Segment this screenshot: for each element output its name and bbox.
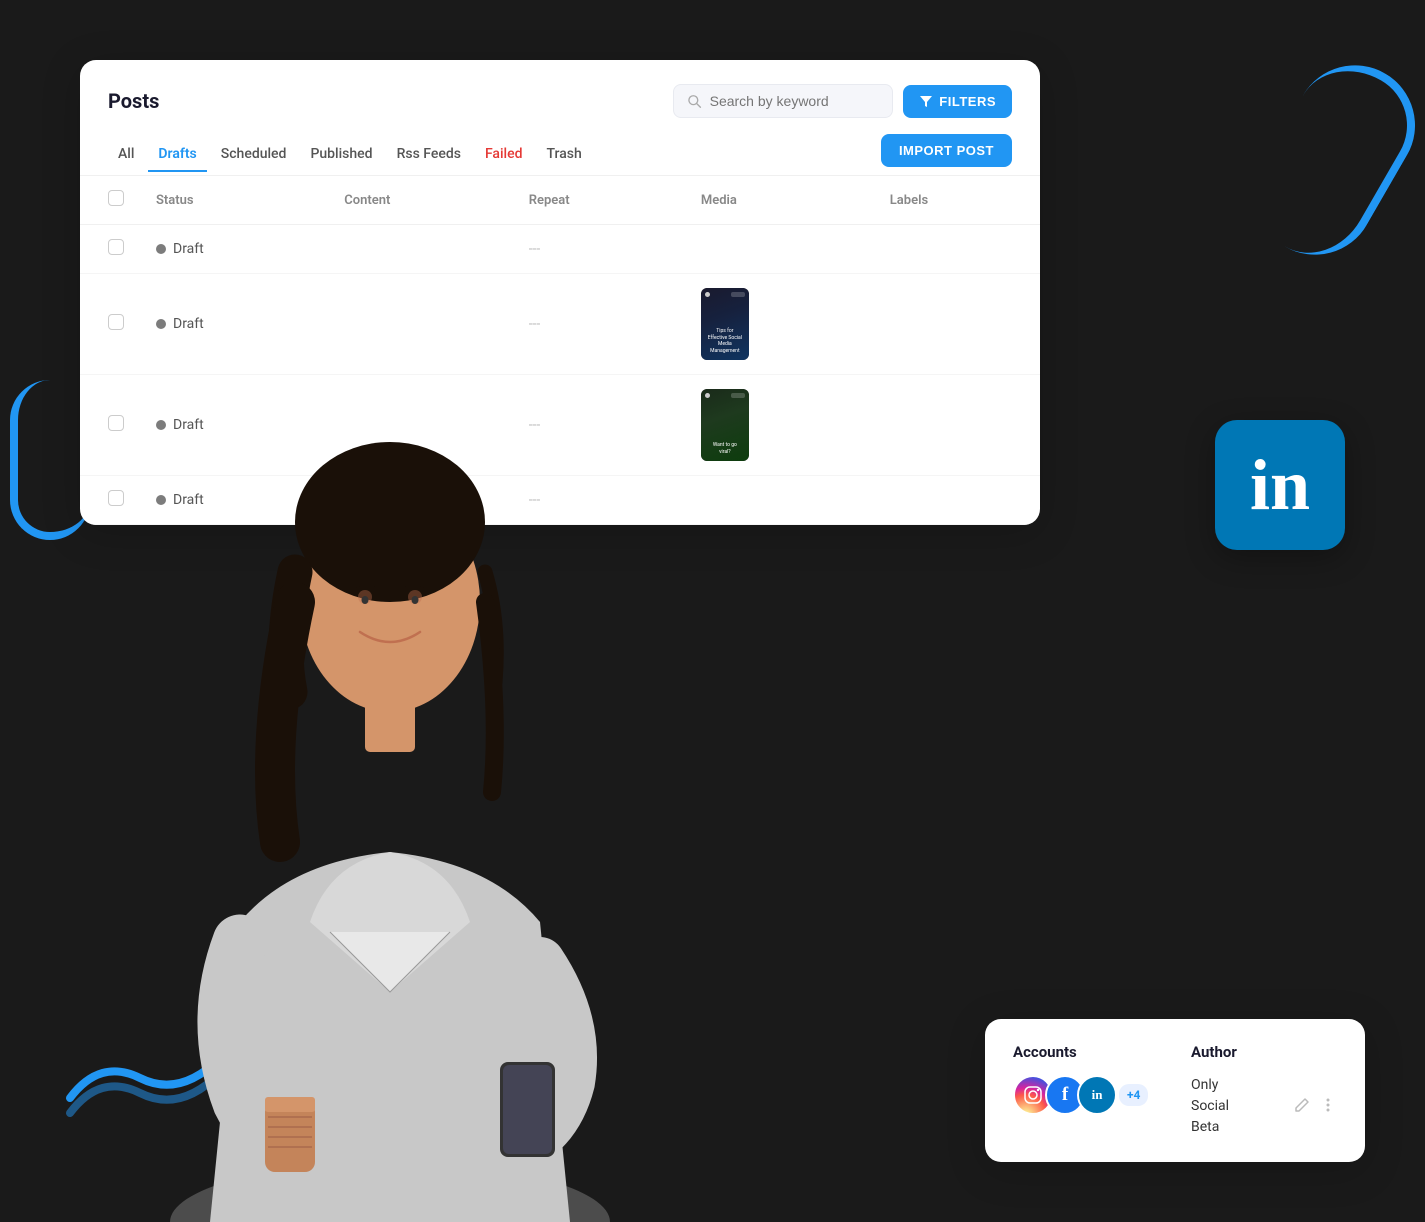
row-status-cell: Draft [140,225,328,274]
page-title: Posts [108,89,159,113]
tab-scheduled[interactable]: Scheduled [211,138,297,172]
row-labels-cell [874,375,1040,476]
person-image [100,322,680,1222]
more-options-icon[interactable] [1319,1096,1337,1118]
select-all-checkbox[interactable] [108,190,124,206]
media-thumb-dot-2 [705,393,710,398]
accounts-column: Accounts f in +4 [1013,1043,1159,1138]
filter-icon [919,94,933,108]
row-media-cell [685,225,874,274]
row-content-cell [328,225,512,274]
author-actions [1293,1096,1337,1118]
media-thumbnail-2[interactable]: Want to go viral? [701,389,749,461]
col-checkbox [80,176,140,225]
col-content: Content [328,176,512,225]
row-media-cell [685,476,874,525]
tabs-row: All Drafts Scheduled Published Rss Feeds… [80,118,1040,176]
edit-icon[interactable] [1293,1096,1311,1118]
row-checkbox-cell [80,225,140,274]
media-thumb-dot [705,292,710,297]
plus-badge: +4 [1119,1084,1148,1106]
status-draft: Draft [156,241,204,257]
tabs: All Drafts Scheduled Published Rss Feeds… [108,138,592,172]
table-row: Draft --- [80,225,1040,274]
author-row: Only Social Beta [1191,1075,1337,1138]
search-input[interactable] [710,93,879,109]
decorative-curve-top [1233,43,1425,276]
linkedin-letter: in [1092,1087,1103,1103]
accounts-card: Accounts f in +4 Author [985,1019,1365,1162]
author-name-line1: Only [1191,1075,1229,1096]
row-labels-cell [874,274,1040,375]
media-thumb-bar [731,292,745,297]
row-labels-cell [874,476,1040,525]
accounts-card-inner: Accounts f in +4 Author [1013,1043,1337,1138]
author-name-line2: Social [1191,1096,1229,1117]
tab-drafts[interactable]: Drafts [148,138,206,172]
media-thumb-inner-2: Want to go viral? [701,389,749,461]
search-box[interactable] [673,84,893,118]
import-post-button[interactable]: IMPORT POST [881,134,1012,167]
linkedin-logo-text: in [1250,449,1310,521]
col-labels: Labels [874,176,1040,225]
media-thumb-text-2: Want to go viral? [707,442,743,455]
social-icons-row: f in +4 [1013,1075,1159,1115]
linkedin-small-icon[interactable]: in [1077,1075,1117,1115]
facebook-letter: f [1062,1084,1068,1106]
tab-all[interactable]: All [108,138,144,172]
tab-failed[interactable]: Failed [475,138,533,172]
status-label: Draft [173,241,204,257]
author-name-line3: Beta [1191,1117,1229,1138]
repeat-value: --- [529,241,541,257]
accounts-title: Accounts [1013,1043,1159,1061]
table-header-row: Status Content Repeat Media Labels [80,176,1040,225]
person-svg [110,342,670,1222]
tab-trash[interactable]: Trash [537,138,592,172]
header-actions: FILTERS [673,84,1012,118]
decorative-curve-left [10,380,90,540]
search-icon [688,94,701,109]
media-thumb-text: Tips for Effective SocialMedia Managemen… [707,328,743,354]
media-thumb-bar-2 [731,393,745,398]
tab-rss-feeds[interactable]: Rss Feeds [387,138,471,172]
col-status: Status [140,176,328,225]
panel-header: Posts FILTERS [80,60,1040,118]
draft-dot [156,244,166,254]
author-column: Author Only Social Beta [1191,1043,1337,1138]
col-media: Media [685,176,874,225]
author-title: Author [1191,1043,1337,1061]
tab-published[interactable]: Published [300,138,382,172]
row-checkbox[interactable] [108,239,124,255]
col-repeat: Repeat [513,176,685,225]
row-media-cell: Want to go viral? [685,375,874,476]
row-repeat-cell: --- [513,225,685,274]
filters-button[interactable]: FILTERS [903,85,1012,118]
row-media-cell: Tips for Effective SocialMedia Managemen… [685,274,874,375]
media-thumb-inner: Tips for Effective SocialMedia Managemen… [701,288,749,360]
linkedin-badge: in [1215,420,1345,550]
author-name: Only Social Beta [1191,1075,1229,1138]
media-thumbnail[interactable]: Tips for Effective SocialMedia Managemen… [701,288,749,360]
row-labels-cell [874,225,1040,274]
